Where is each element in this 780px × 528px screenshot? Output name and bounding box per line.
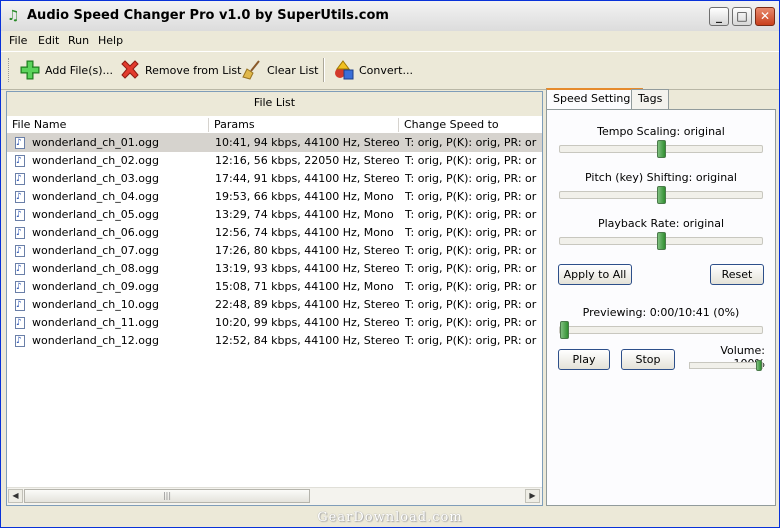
toolbar-separator	[323, 58, 325, 82]
previewing-label: Previewing: 0:00/10:41 (0%)	[582, 306, 740, 319]
menu-run[interactable]: Run	[68, 34, 89, 47]
table-row[interactable]: wonderland_ch_10.ogg22:48, 89 kbps, 4410…	[7, 296, 542, 314]
tempo-slider-thumb[interactable]	[657, 140, 666, 158]
tempo-slider[interactable]	[559, 140, 763, 158]
table-row[interactable]: wonderland_ch_08.ogg13:19, 93 kbps, 4410…	[7, 260, 542, 278]
watermark-text: GearDownload.com	[317, 510, 463, 525]
audio-file-icon	[15, 134, 25, 152]
table-row[interactable]: wonderland_ch_06.ogg12:56, 74 kbps, 4410…	[7, 224, 542, 242]
column-header-file-name[interactable]: File Name	[7, 118, 209, 132]
tab-tags[interactable]: Tags	[631, 89, 670, 109]
apply-to-all-button[interactable]: Apply to All	[558, 264, 632, 285]
volume-slider-thumb[interactable]	[756, 360, 762, 371]
horizontal-scrollbar[interactable]: ◀ ||| ▶	[7, 487, 542, 505]
volume-slider[interactable]	[689, 360, 763, 371]
title-bar[interactable]: ♫ Audio Speed Changer Pro v1.0 by SuperU…	[1, 1, 779, 32]
pitch-shifting-label: Pitch (key) Shifting: original	[585, 171, 737, 184]
preview-position-slider[interactable]	[559, 321, 763, 339]
remove-label: Remove from List	[145, 63, 242, 77]
file-list-header: File Name Params Change Speed to	[7, 117, 542, 134]
remove-x-icon	[119, 59, 141, 81]
table-row[interactable]: wonderland_ch_02.ogg12:16, 56 kbps, 2205…	[7, 152, 542, 170]
audio-file-icon	[15, 188, 25, 206]
convert-button[interactable]: Convert...	[333, 58, 413, 82]
table-row[interactable]: wonderland_ch_03.ogg17:44, 91 kbps, 4410…	[7, 170, 542, 188]
convert-shapes-icon	[333, 59, 355, 81]
toolbar-grip[interactable]	[8, 58, 12, 82]
add-files-label: Add File(s)...	[45, 63, 114, 77]
table-row[interactable]: wonderland_ch_01.ogg10:41, 94 kbps, 4410…	[7, 134, 542, 152]
audio-file-icon	[15, 278, 25, 296]
add-plus-icon	[19, 59, 41, 81]
speed-settings-panel: Tempo Scaling: original Pitch (key) Shif…	[546, 109, 776, 506]
toolbar: Add File(s)... Remove from List Clear Li…	[1, 51, 779, 90]
clear-list-button[interactable]: Clear List	[241, 58, 319, 82]
menu-file[interactable]: File	[9, 34, 27, 47]
minimize-button[interactable]: _	[709, 7, 729, 26]
table-row[interactable]: wonderland_ch_04.ogg19:53, 66 kbps, 4410…	[7, 188, 542, 206]
pitch-slider-thumb[interactable]	[657, 186, 666, 204]
audio-file-icon	[15, 332, 25, 350]
menu-help[interactable]: Help	[98, 34, 123, 47]
convert-label: Convert...	[359, 63, 413, 77]
remove-from-list-button[interactable]: Remove from List	[119, 58, 241, 82]
table-row[interactable]: wonderland_ch_07.ogg17:26, 80 kbps, 4410…	[7, 242, 542, 260]
audio-file-icon	[15, 170, 25, 188]
tempo-scaling-label: Tempo Scaling: original	[597, 125, 725, 138]
audio-file-icon	[15, 152, 25, 170]
scrollbar-thumb[interactable]: |||	[24, 489, 310, 503]
playback-rate-slider[interactable]	[559, 232, 763, 250]
menu-edit[interactable]: Edit	[38, 34, 59, 47]
play-button[interactable]: Play	[558, 349, 610, 370]
app-music-icon: ♫	[7, 8, 20, 24]
column-header-change-speed[interactable]: Change Speed to	[399, 118, 542, 132]
scroll-left-arrow-icon[interactable]: ◀	[8, 489, 23, 503]
audio-file-icon	[15, 242, 25, 260]
maximize-button[interactable]: □	[732, 7, 752, 26]
window-title: Audio Speed Changer Pro v1.0 by SuperUti…	[27, 8, 389, 23]
preview-slider-thumb[interactable]	[560, 321, 569, 339]
pitch-slider[interactable]	[559, 186, 763, 204]
column-header-params[interactable]: Params	[209, 118, 399, 132]
close-button[interactable]: ✕	[755, 7, 775, 26]
playback-rate-label: Playback Rate: original	[597, 217, 725, 230]
menu-bar: File Edit Run Help	[1, 31, 779, 50]
audio-file-icon	[15, 206, 25, 224]
clear-label: Clear List	[267, 63, 319, 77]
table-row[interactable]: wonderland_ch_12.ogg12:52, 84 kbps, 4410…	[7, 332, 542, 350]
audio-file-icon	[15, 224, 25, 242]
table-row[interactable]: wonderland_ch_09.ogg15:08, 71 kbps, 4410…	[7, 278, 542, 296]
audio-file-icon	[15, 260, 25, 278]
add-files-button[interactable]: Add File(s)...	[19, 58, 113, 82]
stop-button[interactable]: Stop	[621, 349, 675, 370]
tab-speed-settings[interactable]: Speed Settings	[546, 88, 644, 109]
table-row[interactable]: wonderland_ch_05.ogg13:29, 74 kbps, 4410…	[7, 206, 542, 224]
status-bar: GearDownload.com	[1, 508, 779, 527]
file-list-title: File List	[7, 92, 542, 116]
audio-file-icon	[15, 296, 25, 314]
table-row[interactable]: wonderland_ch_11.ogg10:20, 99 kbps, 4410…	[7, 314, 542, 332]
file-list-panel: File List File Name Params Change Speed …	[6, 91, 543, 506]
broom-icon	[241, 59, 263, 81]
audio-file-icon	[15, 314, 25, 332]
app-window: ♫ Audio Speed Changer Pro v1.0 by SuperU…	[0, 0, 780, 528]
reset-button[interactable]: Reset	[710, 264, 764, 285]
scroll-right-arrow-icon[interactable]: ▶	[525, 489, 540, 503]
playback-rate-slider-thumb[interactable]	[657, 232, 666, 250]
